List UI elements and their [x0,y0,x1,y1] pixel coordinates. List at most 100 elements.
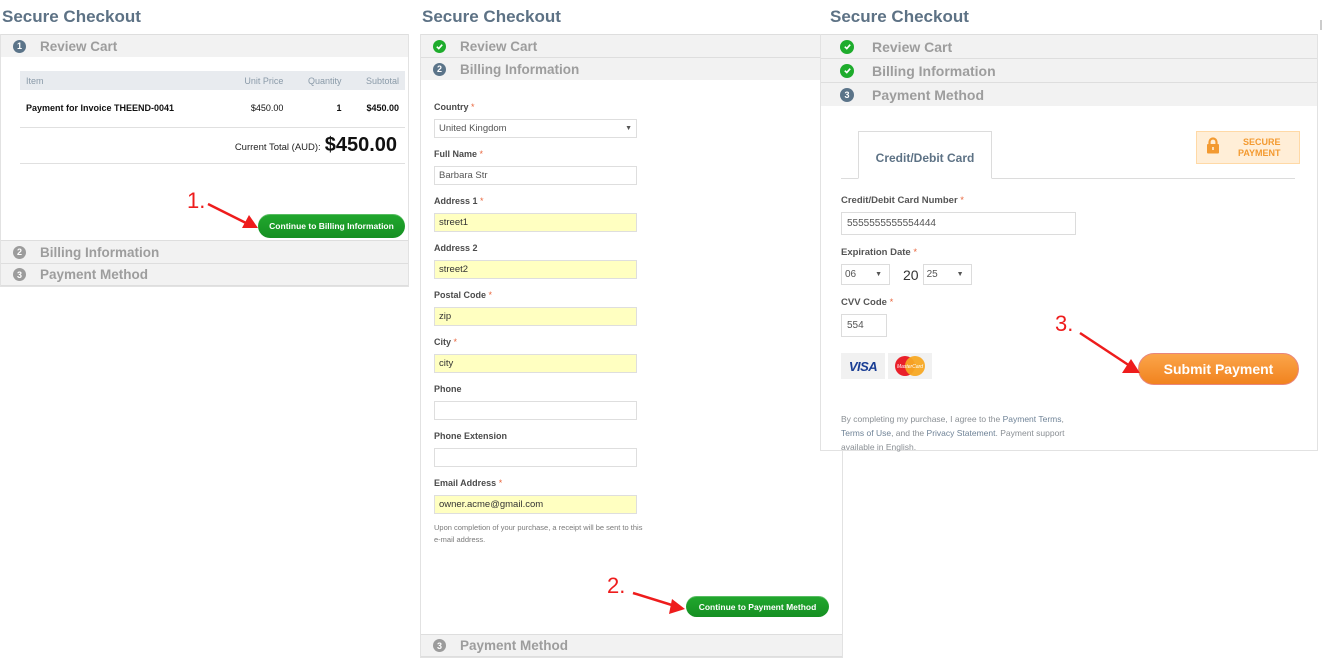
mastercard-logo-icon: MasterCard [888,353,932,379]
step-annotation-2: 2. [607,573,626,598]
checkout-accordion: Review Cart Billing Information 3 Paymen… [820,34,1318,452]
step-label: Payment Method [40,267,149,282]
postal-code-input[interactable]: zip [434,307,637,326]
expiration-year-prefix: 20 [903,266,919,283]
submit-payment-button[interactable]: Submit Payment [1138,353,1299,385]
legal-notice: By completing my purchase, I agree to th… [841,414,1065,452]
checkout-panel-payment: Secure Checkout Review Cart Billing Info… [820,0,1318,452]
card-number-field: Credit/Debit Card Number * 5555555555554… [841,195,1317,235]
expiration-field: Expiration Date * 06 ▼ 20 25 ▼ [841,247,1317,285]
continue-to-billing-button[interactable]: Continue to Billing Information [258,214,405,238]
phone-extension-input[interactable] [434,448,637,467]
expiration-year-select[interactable]: 25 ▼ [922,264,972,285]
cart-header-row: Item Unit Price Quantity Subtotal [20,71,405,90]
card-number-input[interactable]: 5555555555554444 [841,212,1076,235]
cart-unit-price: $450.00 [224,90,290,128]
step-label: Review Cart [460,38,538,54]
step-annotation-3: 3. [1055,311,1074,336]
full-name-input[interactable]: Barbara Str [434,166,637,185]
payment-terms-link[interactable]: Payment Terms [1003,414,1062,424]
step-number-icon: 2 [13,245,26,259]
page-title: Secure Checkout [830,7,969,26]
required-marker: * [480,196,484,206]
country-value: United Kingdom [439,123,507,134]
step-label: Payment Method [872,86,985,103]
terms-of-use-link[interactable]: Terms of Use [841,428,891,438]
phone-label: Phone [434,384,462,394]
check-icon [840,39,854,54]
visa-logo-icon: VISA [841,353,885,379]
lock-icon [1206,136,1220,159]
secure-payment-badge: SECURE PAYMENT [1196,131,1300,164]
step-label: Review Cart [872,38,953,55]
step-payment-method[interactable]: 3 Payment Method [421,634,842,657]
chevron-down-icon: ▼ [875,271,882,278]
cvv-label: CVV Code [841,297,887,308]
scrollbar[interactable] [1320,20,1322,30]
step-review-cart[interactable]: Review Cart [421,34,842,57]
checkout-accordion: Review Cart 2 Billing Information Countr… [420,34,843,658]
city-label: City [434,337,452,347]
required-marker: * [471,102,475,112]
country-select[interactable]: United Kingdom ▼ [434,119,637,138]
step-billing-information[interactable]: 2 Billing Information [1,240,408,263]
step-label: Billing Information [460,61,580,77]
payment-tabs: Credit/Debit Card SECURE PAYMENT [841,122,1300,179]
full-name-label: Full Name [434,149,478,159]
email-input[interactable]: owner.acme@gmail.com [434,495,637,514]
step-number-icon: 3 [13,268,26,281]
required-marker: * [488,290,493,300]
page-title: Secure Checkout [2,7,141,26]
address1-field: Address 1 * street1 [434,196,842,232]
cart-subtotal: $450.00 [347,90,405,128]
required-marker: * [498,478,503,488]
tab-credit-debit-card[interactable]: Credit/Debit Card [858,131,992,179]
column-header-item: Item [20,71,225,90]
page-title: Secure Checkout [422,7,561,26]
phone-extension-label: Phone Extension [434,431,508,441]
total-amount: $450.00 [324,133,397,156]
total-label: Current Total (AUD): [234,142,321,153]
expiration-month-value: 06 [845,269,857,280]
step-annotation-1: 1. [187,188,206,213]
required-marker: * [453,337,458,347]
phone-extension-field: Phone Extension [434,431,842,467]
annotation-arrow-icon [1079,331,1140,373]
step-review-cart[interactable]: Review Cart [821,34,1317,58]
column-header-unit-price: Unit Price [224,71,290,90]
checkout-panel-review-cart: Secure Checkout 1 Review Cart Item Unit … [0,0,409,287]
column-header-subtotal: Subtotal [347,71,405,90]
cvv-input[interactable]: 554 [841,314,887,337]
cart-row: Payment for Invoice THEEND-0041 $450.00 … [20,90,405,128]
continue-to-payment-button[interactable]: Continue to Payment Method [686,596,829,617]
step-payment-method[interactable]: 3 Payment Method [1,263,408,286]
phone-field: Phone [434,384,842,420]
expiration-month-select[interactable]: 06 ▼ [841,264,890,285]
billing-form: Country * United Kingdom ▼ Full Name * B… [421,80,842,634]
address1-input[interactable]: street1 [434,213,637,232]
step-review-cart[interactable]: 1 Review Cart [1,34,408,57]
privacy-statement-link[interactable]: Privacy Statement [927,428,996,438]
city-input[interactable]: city [434,354,637,373]
check-icon [433,39,446,53]
step-label: Billing Information [40,244,160,260]
secure-badge-line2: PAYMENT [1238,147,1281,158]
cart-quantity: 1 [289,90,348,128]
step-payment-method[interactable]: 3 Payment Method [821,82,1317,106]
address2-input[interactable]: street2 [434,260,637,279]
cart-table: Item Unit Price Quantity Subtotal Paymen… [20,71,405,128]
annotation-arrow-icon [632,591,685,614]
column-header-quantity: Quantity [289,71,348,90]
step-label: Payment Method [460,638,569,653]
required-marker: * [913,247,918,258]
phone-input[interactable] [434,401,637,420]
step-billing-information[interactable]: 2 Billing Information [421,57,842,80]
address2-label: Address 2 [434,243,478,253]
step-billing-information[interactable]: Billing Information [821,58,1317,82]
address1-label: Address 1 [434,196,478,206]
full-name-field: Full Name * Barbara Str [434,149,842,185]
required-marker: * [960,195,964,206]
checkout-accordion: 1 Review Cart Item Unit Price Quantity S… [0,34,409,287]
step-number-icon: 2 [433,62,446,76]
city-field: City * city [434,337,842,373]
